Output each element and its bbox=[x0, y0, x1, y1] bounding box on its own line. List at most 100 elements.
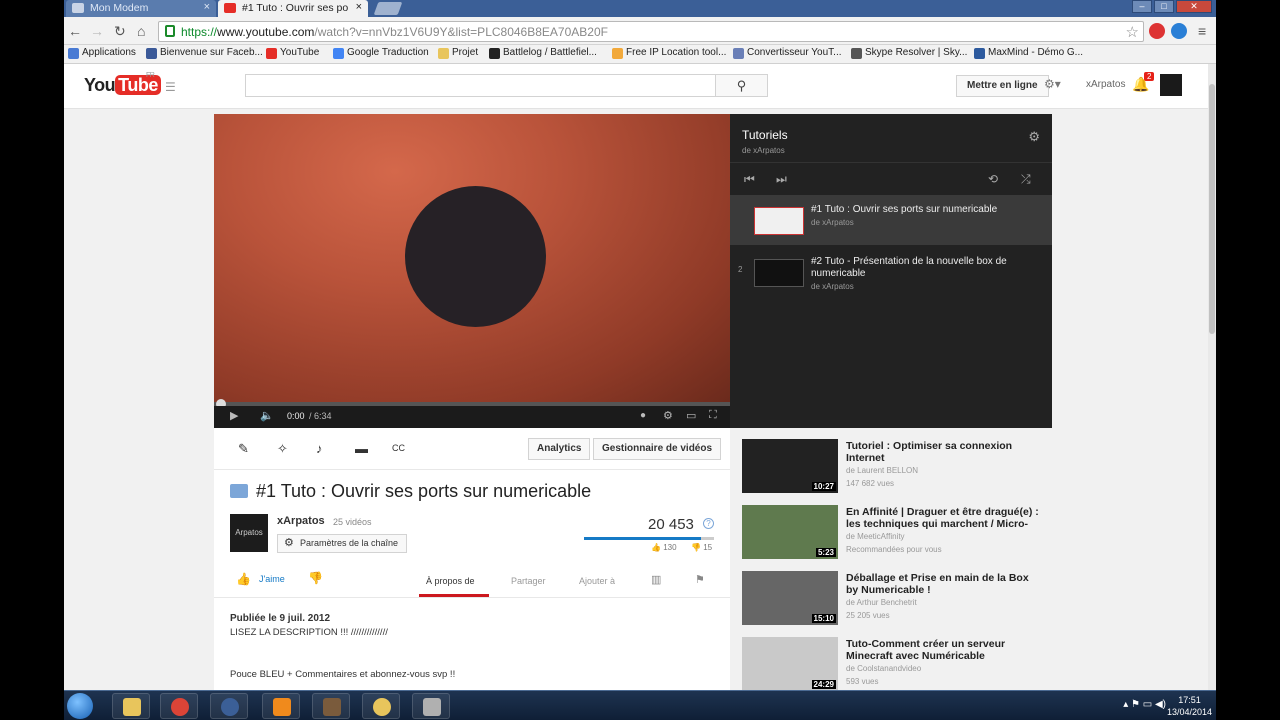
back-icon[interactable]: ← bbox=[68, 23, 82, 39]
minimize-button[interactable]: – bbox=[1132, 0, 1152, 13]
taskbar-app[interactable] bbox=[210, 693, 248, 719]
start-button[interactable] bbox=[67, 693, 93, 719]
channel-avatar[interactable]: Arpatos bbox=[230, 514, 268, 552]
playlist-item[interactable]: 2 #2 Tuto - Présentation de la nouvelle … bbox=[730, 247, 1052, 297]
lock-icon bbox=[165, 25, 175, 37]
forward-icon[interactable]: → bbox=[90, 23, 104, 39]
close-window-button[interactable]: ✕ bbox=[1176, 0, 1212, 13]
related-author: de Arthur Benchetrit bbox=[846, 598, 917, 607]
previous-icon[interactable]: ⏮ bbox=[744, 172, 755, 187]
bookmark-item[interactable]: Projet bbox=[438, 47, 478, 59]
like-label[interactable]: J'aime bbox=[259, 574, 285, 584]
gear-icon[interactable]: ⚙ bbox=[1028, 129, 1040, 145]
tab-about[interactable]: À propos de bbox=[426, 576, 475, 586]
flag-icon[interactable]: ⚑ bbox=[695, 573, 705, 586]
taskbar-app[interactable] bbox=[412, 693, 450, 719]
bookmark-item[interactable]: Battlelog / Battlefiel... bbox=[489, 47, 597, 59]
bookmark-item[interactable]: MaxMind - Démo G... bbox=[974, 47, 1083, 59]
theater-mode-icon[interactable]: ▭ bbox=[686, 409, 696, 422]
music-icon[interactable]: ♪ bbox=[316, 441, 323, 456]
gear-icon[interactable]: ⚙ bbox=[663, 409, 673, 422]
edit-icon[interactable]: ✎ bbox=[238, 441, 249, 457]
taskbar-app[interactable] bbox=[362, 693, 400, 719]
analytics-button[interactable]: Analytics bbox=[528, 438, 591, 460]
taskbar-app[interactable] bbox=[312, 693, 350, 719]
next-icon[interactable]: ⏭ bbox=[776, 172, 787, 187]
bookmark-star-icon[interactable]: ☆ bbox=[1126, 23, 1139, 41]
extension-icon[interactable] bbox=[1171, 23, 1187, 39]
channel-name[interactable]: xArpatos bbox=[277, 515, 325, 527]
clock[interactable]: 17:51 13/04/2014 bbox=[1167, 694, 1212, 718]
scrollbar-thumb[interactable] bbox=[1209, 84, 1215, 334]
volume-icon[interactable]: 🔈 bbox=[260, 409, 274, 422]
related-author: de MeeticAffinity bbox=[846, 532, 905, 541]
home-icon[interactable]: ⌂ bbox=[137, 23, 145, 39]
description-line: LISEZ LA DESCRIPTION !!! ////////////// bbox=[230, 627, 388, 638]
annotation-icon[interactable]: ▬ bbox=[355, 441, 368, 456]
masthead: You Tube FR ☰ ⚲ Mettre en ligne ⚙▾ xArpato… bbox=[64, 64, 1208, 109]
playlist-item[interactable]: #1 Tuto : Ouvrir ses ports sur numericab… bbox=[730, 195, 1052, 245]
related-video-item[interactable]: 10:27 Tutoriel : Optimiser sa connexion … bbox=[742, 439, 1042, 495]
close-icon[interactable]: × bbox=[356, 1, 362, 13]
address-bar[interactable]: https://www.youtube.com/watch?v=nnVbz1V6… bbox=[158, 21, 1144, 42]
page-scrollbar[interactable] bbox=[1208, 64, 1216, 690]
stats-icon[interactable]: ▥ bbox=[651, 573, 661, 586]
bookmark-item[interactable]: Free IP Location tool... bbox=[612, 47, 726, 59]
thumbs-up-icon[interactable]: 👍 bbox=[236, 572, 251, 586]
tab-add-to[interactable]: Ajouter à bbox=[579, 576, 615, 586]
help-icon[interactable]: ? bbox=[703, 518, 714, 529]
video-player[interactable]: ▶ 🔈 0:00 / 6:34 ● ⚙ ▭ ⛶ bbox=[214, 114, 730, 428]
bookmark-item[interactable]: Google Traduction bbox=[333, 47, 429, 59]
app-icon bbox=[273, 698, 291, 716]
username[interactable]: xArpatos bbox=[1086, 79, 1125, 90]
playlist-owner[interactable]: de xArpatos bbox=[742, 146, 785, 155]
captions-icon[interactable]: CC bbox=[392, 443, 405, 453]
system-tray-icons[interactable]: ▴ ⚑ ▭ ◀) bbox=[1123, 699, 1166, 710]
maximize-button[interactable]: □ bbox=[1154, 0, 1174, 13]
tab-share[interactable]: Partager bbox=[511, 576, 546, 586]
video-manager-button[interactable]: Gestionnaire de vidéos bbox=[593, 438, 722, 460]
divider bbox=[730, 162, 1052, 163]
thumbs-down-icon[interactable]: 👎 bbox=[308, 571, 323, 585]
search-icon: ⚲ bbox=[736, 78, 747, 93]
annotations-icon[interactable]: ● bbox=[640, 410, 646, 421]
close-icon[interactable]: × bbox=[204, 1, 210, 13]
taskbar-app[interactable] bbox=[262, 693, 300, 719]
menu-icon[interactable]: ≡ bbox=[1198, 23, 1206, 39]
upload-button[interactable]: Mettre en ligne bbox=[956, 75, 1049, 97]
avatar[interactable] bbox=[1160, 74, 1182, 96]
search-input[interactable] bbox=[245, 74, 716, 97]
search-button[interactable]: ⚲ bbox=[715, 74, 768, 97]
taskbar-chrome[interactable] bbox=[160, 693, 198, 719]
bookmark-item[interactable]: Bienvenue sur Faceb... bbox=[146, 47, 263, 59]
reload-icon[interactable]: ↻ bbox=[114, 23, 126, 40]
bookmark-item[interactable]: YouTube bbox=[266, 47, 319, 59]
bookmark-item[interactable]: Skype Resolver | Sky... bbox=[851, 47, 967, 59]
taskbar-explorer[interactable] bbox=[112, 693, 150, 719]
fullscreen-icon[interactable]: ⛶ bbox=[709, 409, 717, 422]
duration-badge: 5:23 bbox=[815, 548, 836, 557]
browser-tab-youtube[interactable]: #1 Tuto : Ouvrir ses po × bbox=[218, 0, 368, 17]
loop-icon[interactable]: ⟲ bbox=[988, 172, 998, 186]
bookmark-item[interactable]: Convertisseur YouT... bbox=[733, 47, 842, 59]
screen-border-right bbox=[1216, 0, 1280, 720]
channel-settings-button[interactable]: ⚙ Paramètres de la chaîne bbox=[277, 534, 408, 553]
new-tab-button[interactable] bbox=[373, 2, 403, 15]
magic-wand-icon[interactable]: ✧ bbox=[277, 441, 288, 457]
settings-gear-icon[interactable]: ⚙▾ bbox=[1044, 77, 1061, 91]
related-thumbnail: 10:27 bbox=[742, 439, 838, 493]
related-video-item[interactable]: 24:29 Tuto-Comment créer un serveur Mine… bbox=[742, 637, 1042, 690]
related-video-item[interactable]: 5:23 En Affinité | Draguer et être dragu… bbox=[742, 505, 1042, 561]
related-thumbnail: 5:23 bbox=[742, 505, 838, 559]
shuffle-icon[interactable]: ⤮ bbox=[1021, 172, 1031, 187]
video-frame[interactable] bbox=[214, 114, 730, 402]
bookmark-item[interactable]: Applications bbox=[68, 47, 136, 59]
browser-tab-modem[interactable]: Mon Modem × bbox=[66, 0, 216, 17]
guide-menu-icon[interactable]: ☰ bbox=[165, 80, 176, 94]
extension-icon[interactable] bbox=[1149, 23, 1165, 39]
playlist-title[interactable]: Tutoriels bbox=[742, 128, 788, 142]
related-video-item[interactable]: 15:10 Déballage et Prise en main de la B… bbox=[742, 571, 1042, 627]
playlist-thumbnail bbox=[754, 207, 804, 235]
youtube-logo[interactable]: You Tube FR bbox=[84, 72, 161, 96]
play-icon[interactable]: ▶ bbox=[230, 409, 238, 422]
